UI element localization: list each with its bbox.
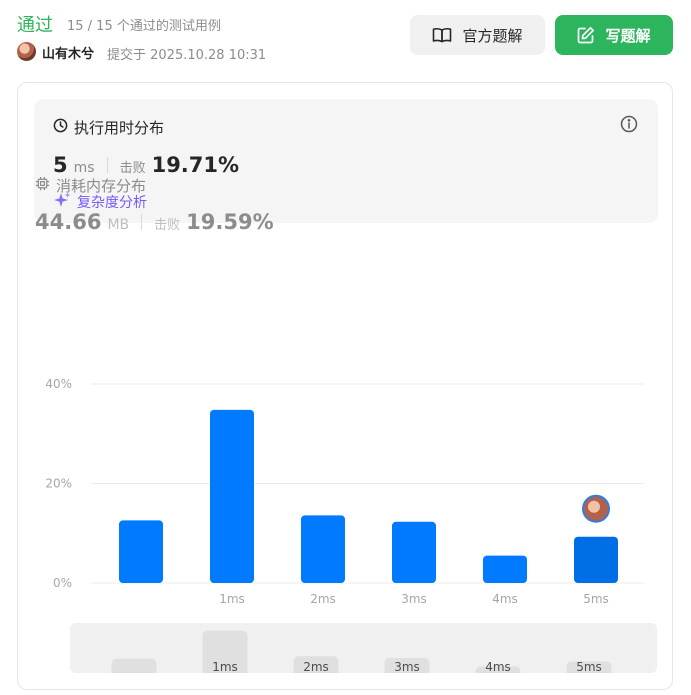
runtime-beat-value: 19.71% [151,153,240,177]
memory-unit: MB [107,217,130,233]
edit-icon [577,26,595,44]
runtime-title: 执行用时分布 [53,117,164,138]
divider [141,214,143,230]
chart-bar [392,521,436,583]
runtime-distribution-chart[interactable]: 40% 20% 0% 1ms 2ms 3ms 4ms 5ms [17,340,673,640]
write-solution-label: 写题解 [605,26,651,45]
official-solution-label: 官方题解 [462,26,523,45]
x-tick-label: 3ms [401,592,427,606]
scrubber-tick-label: 5ms [576,660,602,673]
write-solution-button[interactable]: 写题解 [555,15,673,55]
x-tick-label: 1ms [219,592,245,606]
scrubber-bar [111,658,157,673]
chart-bar [574,536,618,583]
chart-bar [119,520,163,583]
author-name[interactable]: 山有木兮 [42,43,94,62]
testcase-summary: 15 / 15 个通过的测试用例 [67,19,221,34]
avatar-face [588,500,600,513]
scrubber-tick-label: 4ms [485,660,511,673]
chart-bar [483,555,527,583]
divider [106,157,108,173]
memory-section[interactable]: 消耗内存分布 44.66 MB 击败 19.59% [35,175,274,234]
memory-beat-value: 19.59% [186,210,274,234]
y-tick-label: 40% [45,377,72,391]
status-label: 通过 [17,15,53,36]
runtime-title-label: 执行用时分布 [74,119,165,137]
x-tick-label: 2ms [310,592,336,606]
scrubber-tick-label: 1ms [212,660,238,673]
runtime-unit: ms [73,160,95,176]
scrubber-canvas: 1ms 2ms 3ms 4ms 5ms [111,630,612,673]
memory-title: 消耗内存分布 [35,175,274,196]
memory-metrics: 44.66 MB 击败 19.59% [35,210,274,234]
memory-value: 44.66 [35,210,102,234]
runtime-beat-label: 击败 [119,161,146,176]
memory-beat-label: 击败 [154,218,181,233]
chart-bar [301,515,345,583]
avatar[interactable] [17,42,36,61]
scrubber-tick-label: 3ms [394,660,420,673]
chart-bar [210,409,254,583]
x-tick-label: 4ms [492,592,518,606]
chart-range-scrubber[interactable]: 1ms 2ms 3ms 4ms 5ms [70,623,657,673]
submission-header: 通过 15 / 15 个通过的测试用例 山有木兮 提交于 2025.10.28 … [0,0,691,80]
book-icon [432,27,452,43]
chart-canvas: 40% 20% 0% 1ms 2ms 3ms 4ms 5ms [45,377,644,606]
memory-title-label: 消耗内存分布 [56,177,147,195]
runtime-metrics: 5 ms 击败 19.71% [53,153,239,177]
clock-icon [53,118,68,137]
chip-icon [35,176,50,195]
info-icon[interactable] [620,115,638,137]
submission-time: 提交于 2025.10.28 10:31 [107,48,267,63]
y-tick-label: 20% [45,477,72,491]
y-tick-label: 0% [53,576,72,590]
x-tick-label: 5ms [583,592,609,606]
scrubber-tick-label: 2ms [303,660,329,673]
runtime-value: 5 [53,153,68,177]
official-solution-button[interactable]: 官方题解 [410,15,545,55]
